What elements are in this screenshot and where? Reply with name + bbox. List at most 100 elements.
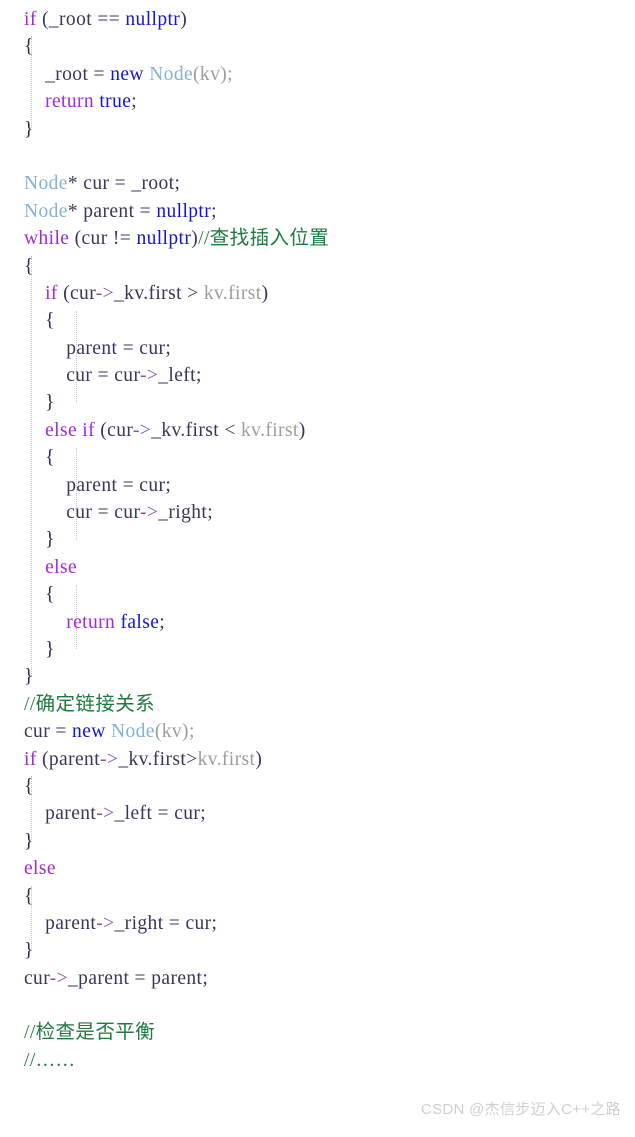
code-line: return false; [0, 609, 635, 636]
code-token-kw: if [45, 282, 58, 304]
code-line: { [0, 581, 635, 608]
code-token-punct: * parent = [67, 200, 157, 222]
code-line: } [0, 389, 635, 416]
code-token-punct: ) [180, 9, 188, 30]
code-line: } [0, 828, 635, 855]
code-line: { [0, 33, 635, 60]
code-token-arrow: -> [139, 502, 159, 524]
code-line: if (_root == nullptr) [0, 6, 635, 33]
code-token-cmt: //…… [24, 1049, 76, 1071]
code-editor-pane: if (_root == nullptr){ _root = new Node(… [0, 0, 635, 1074]
code-token-brace: { [24, 447, 55, 469]
code-token-punct: parent [24, 803, 97, 825]
code-token-punct: _kv.first > [114, 282, 204, 304]
code-token-punct: cur = cur [24, 365, 140, 387]
code-token-kw: else [24, 858, 56, 880]
code-token-arrow: -> [139, 365, 159, 387]
code-token-param: (kv); [193, 63, 233, 85]
code-token-punct: _right; [158, 502, 214, 524]
code-token-punct: _left; [158, 365, 202, 387]
code-token-brace: } [24, 830, 34, 852]
code-line: if (cur->_kv.first > kv.first) [0, 280, 635, 307]
code-token-punct: _kv.first < [151, 419, 242, 441]
code-token-lit: false [120, 611, 160, 633]
code-line: } [0, 526, 635, 553]
code-token-type: Node [149, 63, 194, 85]
code-token-punct: (cur [95, 419, 133, 441]
code-token-punct: ) [261, 282, 269, 304]
code-line: } [0, 636, 635, 663]
code-token-kw: return [45, 91, 95, 113]
code-token-arrow: -> [96, 912, 115, 934]
code-token-cmt: //查找插入位置 [198, 228, 330, 250]
code-token-type: Node [24, 173, 68, 195]
code-token-brace: { [24, 310, 55, 332]
code-line: } [0, 663, 635, 690]
code-line: parent = cur; [0, 335, 635, 362]
code-line: { [0, 307, 635, 334]
code-line: if (parent->_kv.first>kv.first) [0, 746, 635, 773]
code-token-brace: { [24, 584, 55, 606]
code-token-brace: { [24, 36, 34, 58]
code-line: } [0, 937, 635, 964]
code-line: } [0, 116, 635, 143]
code-token-punct: ) [298, 419, 306, 441]
code-line: else [0, 554, 635, 581]
code-token-punct: parent = cur; [24, 337, 172, 359]
code-token-punct: ; [211, 200, 217, 222]
code-token-punct: * cur = _root; [67, 173, 181, 195]
code-token-arrow: -> [96, 803, 115, 825]
code-token-lit: new [72, 721, 106, 743]
code-token-brace: { [24, 775, 34, 797]
code-token-brace: } [24, 940, 34, 962]
code-token-punct: (cur [57, 282, 96, 304]
code-token-kw: if [24, 9, 37, 30]
code-token-punct [24, 283, 45, 304]
code-token-brace: } [24, 392, 55, 414]
code-line: else if (cur->_kv.first < kv.first) [0, 417, 635, 444]
code-line: cur->_parent = parent; [0, 965, 635, 992]
code-token-punct: (cur != [69, 228, 137, 250]
code-token-lit: nullptr [156, 200, 212, 222]
code-token-param: kv.first [241, 419, 299, 441]
code-line: while (cur != nullptr)//查找插入位置 [0, 225, 635, 252]
code-token-kw: while [24, 228, 70, 250]
code-line: //确定链接关系 [0, 691, 635, 718]
code-token-punct [24, 420, 45, 441]
code-line: parent = cur; [0, 472, 635, 499]
code-token-punct: (_root == [36, 9, 126, 30]
code-token-lit: nullptr [125, 9, 181, 30]
code-token-punct: _left = cur; [114, 803, 207, 825]
code-line: { [0, 253, 635, 280]
code-token-punct: parent [24, 912, 97, 934]
code-line: { [0, 883, 635, 910]
code-token-punct: cur = cur [24, 502, 140, 524]
code-token-brace: } [24, 118, 34, 140]
code-token-punct: _right = cur; [114, 912, 218, 934]
code-token-kw: else [45, 556, 78, 578]
code-token-punct [24, 557, 45, 578]
code-token-type: Node [111, 721, 155, 743]
code-line: _root = new Node(kv); [0, 61, 635, 88]
code-token-brace: } [24, 529, 55, 551]
code-token-kw: else if [45, 419, 96, 441]
code-token-param: (kv); [154, 721, 195, 743]
code-line: { [0, 773, 635, 800]
code-token-punct: ; [159, 611, 166, 633]
code-token-punct: cur = [24, 721, 73, 743]
csdn-watermark: CSDN @杰信步迈入C++之路 [420, 1101, 621, 1118]
code-line: Node* parent = nullptr; [0, 198, 635, 225]
code-token-arrow: -> [49, 967, 69, 989]
code-line: cur = cur->_right; [0, 499, 635, 526]
code-line: cur = new Node(kv); [0, 718, 635, 745]
code-token-arrow: -> [100, 748, 119, 770]
code-token-punct [24, 612, 66, 633]
code-token-param: kv.first [203, 282, 262, 304]
code-line: { [0, 444, 635, 471]
code-line: cur = cur->_left; [0, 362, 635, 389]
code-token-punct [24, 91, 45, 112]
code-token-punct: _root = [24, 63, 111, 85]
code-line: parent->_left = cur; [0, 800, 635, 827]
